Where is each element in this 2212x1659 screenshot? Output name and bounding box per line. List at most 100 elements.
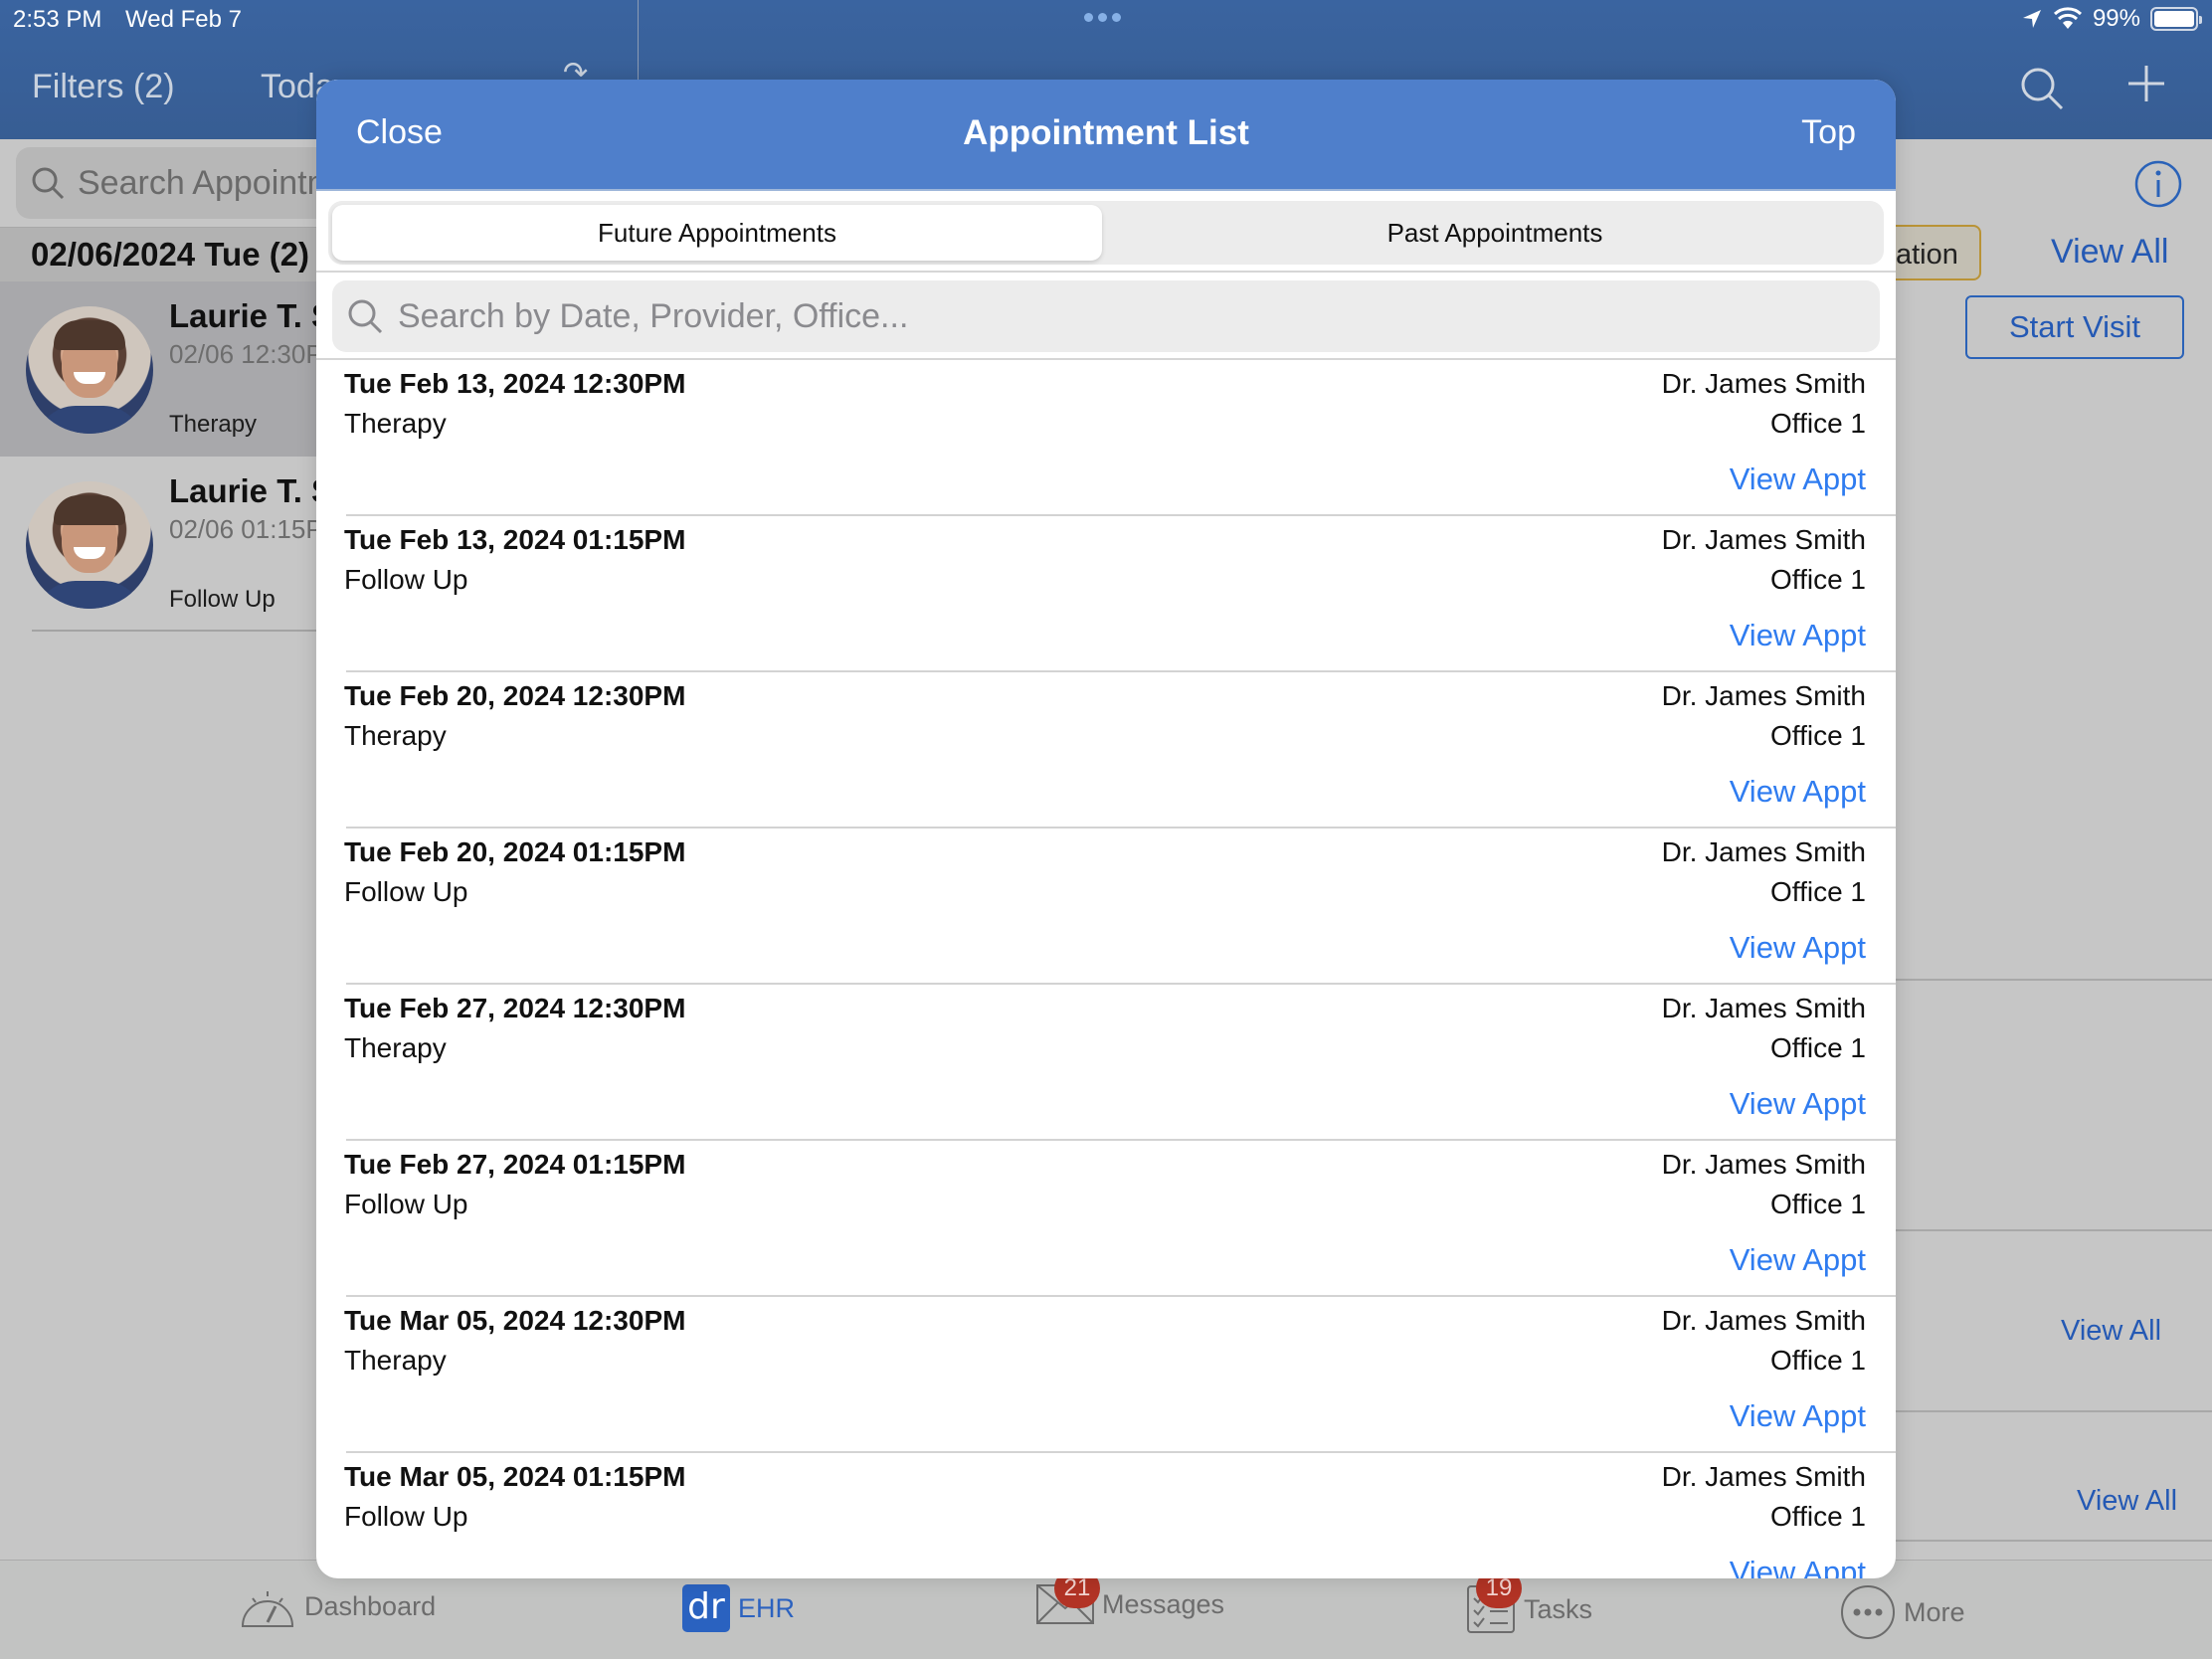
appointment-list-modal: Close Appointment List Top Future Appoin… — [316, 80, 1896, 1578]
scroll-top-button[interactable]: Top — [1801, 113, 1856, 152]
appointment-list: Tue Feb 13, 2024 12:30PM Therapy Dr. Jam… — [316, 360, 1896, 1578]
appointment-date: Tue Feb 13, 2024 12:30PM — [344, 368, 686, 399]
view-all-link[interactable]: View All — [2061, 1315, 2161, 1348]
appointment-provider: Dr. James Smith — [1661, 993, 1866, 1023]
appointment-row: Tue Feb 13, 2024 01:15PM Follow Up Dr. J… — [344, 516, 1896, 672]
view-appt-link[interactable]: View Appt — [1730, 1555, 1866, 1578]
plus-icon[interactable] — [2126, 64, 2166, 103]
appointment-type: Follow Up — [344, 1189, 468, 1219]
status-time: 2:53 PM — [13, 6, 102, 33]
tab-dashboard[interactable]: Dashboard — [239, 1584, 436, 1628]
tab-tasks[interactable]: 19 Tasks — [1466, 1568, 1593, 1634]
appointment-provider: Dr. James Smith — [1661, 1305, 1866, 1336]
appointment-office: Office 1 — [1770, 408, 1866, 439]
view-appt-link[interactable]: View Appt — [1730, 1398, 1866, 1434]
start-visit-button[interactable]: Start Visit — [1965, 295, 2184, 359]
patient-name: Laurie T. S — [169, 472, 334, 509]
wifi-icon — [2053, 7, 2082, 29]
info-icon[interactable] — [2133, 159, 2183, 209]
appointment-row: Tue Feb 20, 2024 12:30PM Therapy Dr. Jam… — [344, 672, 1896, 829]
search-icon[interactable] — [2019, 66, 2065, 111]
battery-percentage: 99% — [2092, 5, 2140, 32]
appointment-office: Office 1 — [1770, 1189, 1866, 1219]
filters-button[interactable]: Filters (2) — [32, 68, 175, 106]
tab-future-appointments[interactable]: Future Appointments — [332, 205, 1102, 261]
tab-more[interactable]: More — [1840, 1584, 1965, 1640]
appointment-office: Office 1 — [1770, 876, 1866, 907]
view-appt-link[interactable]: View Appt — [1730, 930, 1866, 966]
appointment-provider: Dr. James Smith — [1661, 524, 1866, 555]
dr-logo-icon: dr — [682, 1584, 730, 1632]
section-divider — [1890, 979, 2212, 981]
tab-ehr[interactable]: dr EHR — [682, 1584, 795, 1632]
appointment-provider: Dr. James Smith — [1661, 368, 1866, 399]
appointment-office: Office 1 — [1770, 1501, 1866, 1532]
appointment-row: Tue Feb 20, 2024 01:15PM Follow Up Dr. J… — [344, 829, 1896, 985]
appointment-type: Therapy — [344, 720, 447, 751]
tab-messages[interactable]: 21 Messages — [1036, 1568, 1225, 1624]
patient-avatar — [26, 306, 153, 434]
appointment-type: Therapy — [344, 1032, 447, 1063]
status-date: Wed Feb 7 — [125, 6, 242, 33]
appointment-type: Follow Up — [344, 564, 468, 595]
appointment-row: Tue Mar 05, 2024 01:15PM Follow Up Dr. J… — [344, 1453, 1896, 1578]
appointment-date: Tue Feb 27, 2024 01:15PM — [344, 1149, 686, 1180]
appointment-row: Tue Mar 05, 2024 12:30PM Therapy Dr. Jam… — [344, 1297, 1896, 1453]
appointment-type: Follow Up — [344, 876, 468, 907]
status-indicators: 99% — [2021, 5, 2202, 33]
section-divider — [1890, 1540, 2212, 1542]
location-arrow-icon — [2022, 10, 2041, 28]
patient-appt-type: Therapy — [169, 411, 258, 438]
more-ellipsis-icon — [1841, 1585, 1895, 1639]
view-appt-link[interactable]: View Appt — [1730, 618, 1866, 653]
tab-past-appointments[interactable]: Past Appointments — [1110, 205, 1880, 261]
search-icon — [32, 167, 65, 200]
appointment-office: Office 1 — [1770, 720, 1866, 751]
patient-avatar — [26, 481, 153, 609]
view-all-link[interactable]: View All — [2077, 1485, 2177, 1518]
appointment-provider: Dr. James Smith — [1661, 680, 1866, 711]
appointment-provider: Dr. James Smith — [1661, 1461, 1866, 1492]
appointment-date: Tue Feb 13, 2024 01:15PM — [344, 524, 686, 555]
appointment-type: Follow Up — [344, 1501, 468, 1532]
appointment-office: Office 1 — [1770, 1345, 1866, 1376]
appointment-tabs: Future Appointments Past Appointments — [328, 201, 1884, 265]
appointment-provider: Dr. James Smith — [1661, 1149, 1866, 1180]
appointment-provider: Dr. James Smith — [1661, 836, 1866, 867]
battery-icon — [2150, 7, 2202, 31]
tab-label: Messages — [1102, 1588, 1225, 1619]
appointment-date: Tue Mar 05, 2024 01:15PM — [344, 1461, 686, 1492]
appointment-date: Tue Feb 20, 2024 12:30PM — [344, 680, 686, 711]
tab-label: More — [1904, 1596, 1965, 1627]
multitasking-handle[interactable] — [1084, 13, 1121, 22]
appointment-search-input[interactable] — [398, 296, 1840, 336]
dashboard-gauge-icon — [241, 1591, 294, 1627]
appointment-type: Therapy — [344, 408, 447, 439]
view-appt-link[interactable]: View Appt — [1730, 1242, 1866, 1278]
tab-label: Tasks — [1524, 1593, 1593, 1624]
appointment-search-field[interactable] — [332, 280, 1880, 352]
appointment-office: Office 1 — [1770, 564, 1866, 595]
appointment-date: Tue Feb 27, 2024 12:30PM — [344, 993, 686, 1023]
view-appt-link[interactable]: View Appt — [1730, 774, 1866, 810]
appointment-row: Tue Feb 27, 2024 01:15PM Follow Up Dr. J… — [344, 1141, 1896, 1297]
section-divider — [1890, 1229, 2212, 1231]
appointment-type: Therapy — [344, 1345, 447, 1376]
tab-label: EHR — [738, 1592, 796, 1623]
date-header-label: 02/06/2024 Tue (2) — [31, 236, 310, 273]
divider — [316, 271, 1896, 273]
appointment-row: Tue Feb 13, 2024 12:30PM Therapy Dr. Jam… — [344, 360, 1896, 516]
patient-name: Laurie T. S — [169, 297, 334, 334]
tab-label: Dashboard — [304, 1590, 437, 1621]
search-icon — [348, 299, 383, 334]
modal-header: Close Appointment List Top — [316, 80, 1896, 191]
appointment-row: Tue Feb 27, 2024 12:30PM Therapy Dr. Jam… — [344, 985, 1896, 1141]
modal-title: Appointment List — [963, 113, 1249, 152]
view-all-link[interactable]: View All — [2051, 233, 2168, 272]
appointment-date: Tue Feb 20, 2024 01:15PM — [344, 836, 686, 867]
appointment-date: Tue Mar 05, 2024 12:30PM — [344, 1305, 686, 1336]
section-divider — [1890, 1410, 2212, 1412]
view-appt-link[interactable]: View Appt — [1730, 1086, 1866, 1122]
appointment-office: Office 1 — [1770, 1032, 1866, 1063]
view-appt-link[interactable]: View Appt — [1730, 461, 1866, 497]
